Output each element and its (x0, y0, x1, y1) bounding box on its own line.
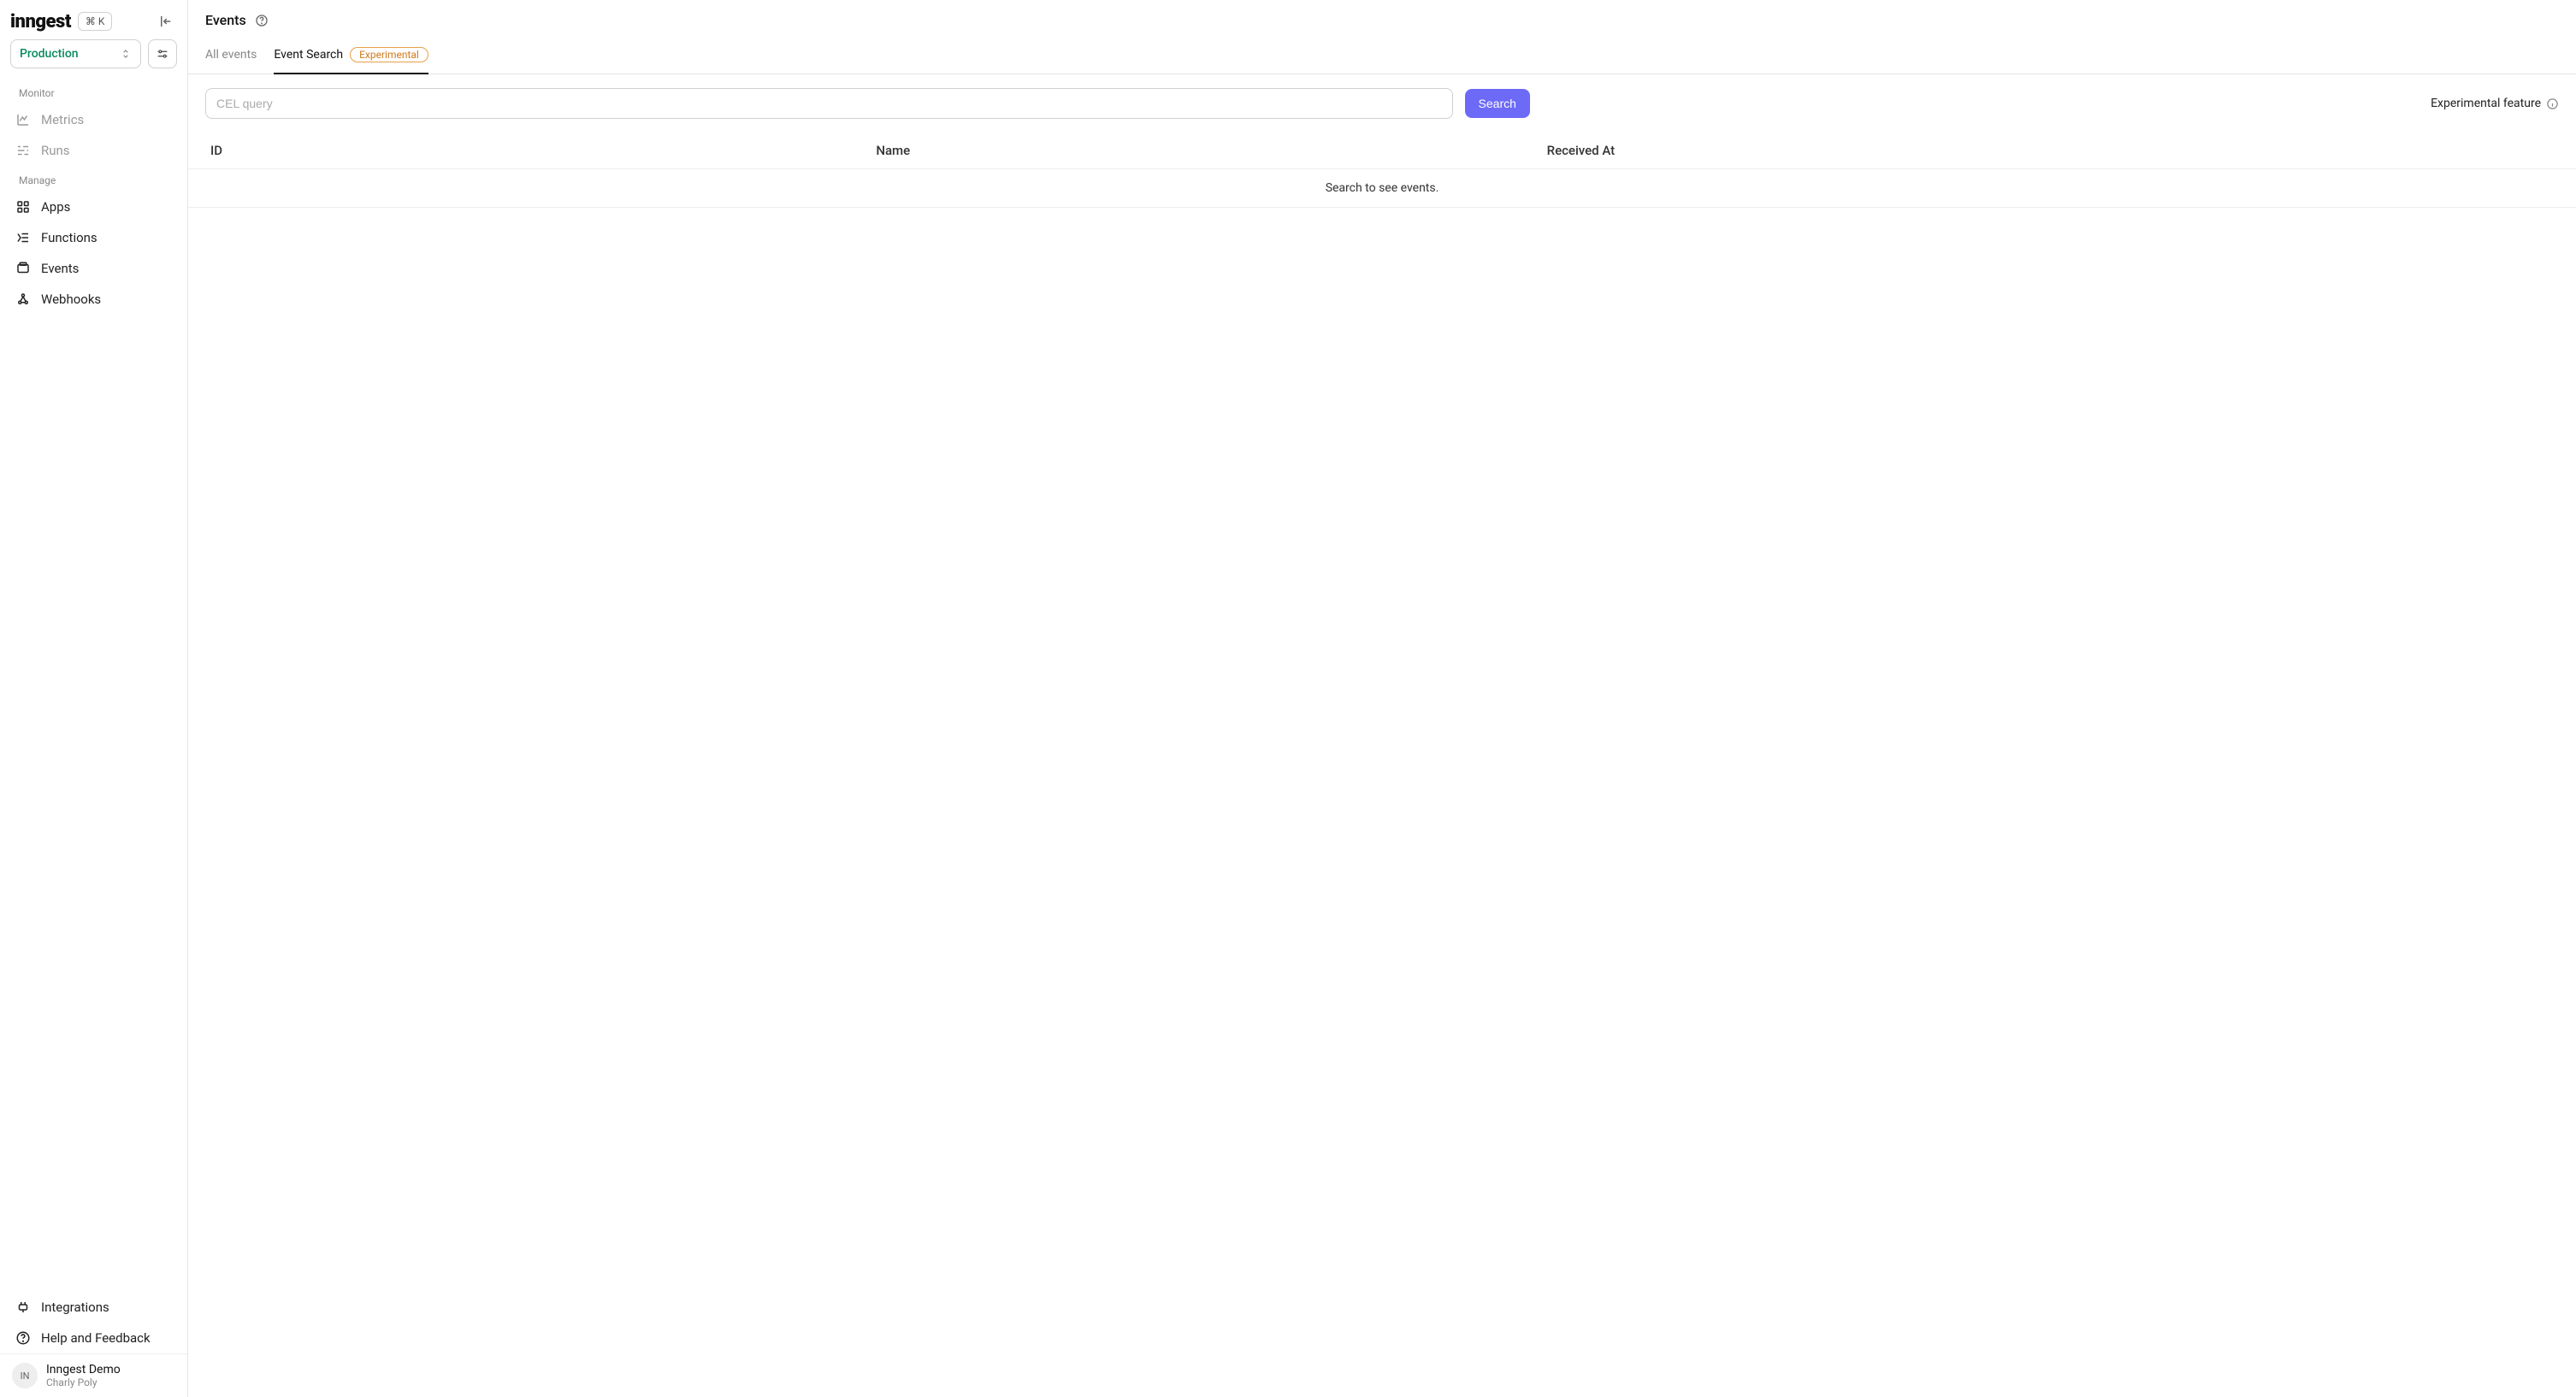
sidebar-item-label: Events (41, 261, 79, 276)
experimental-note: Experimental feature (2431, 97, 2559, 110)
metrics-icon (15, 112, 31, 127)
functions-icon (15, 230, 31, 245)
info-icon[interactable] (2546, 97, 2559, 110)
section-label-manage: Manage (0, 166, 187, 192)
sidebar-item-webhooks[interactable]: Webhooks (0, 284, 187, 315)
sidebar-top: inngest ⌘ K (0, 0, 187, 39)
sidebar-item-functions[interactable]: Functions (0, 222, 187, 253)
search-button[interactable]: Search (1465, 89, 1530, 118)
sidebar: inngest ⌘ K Production Monitor Metrics R… (0, 0, 188, 1397)
table-header: ID Name Received At (188, 133, 2576, 169)
sidebar-item-help[interactable]: Help and Feedback (0, 1323, 187, 1353)
environment-selected-label: Production (20, 47, 79, 61)
sidebar-item-runs[interactable]: Runs (0, 135, 187, 166)
sidebar-footer[interactable]: IN Inngest Demo Charly Poly (0, 1353, 187, 1397)
user-name: Charly Poly (46, 1376, 121, 1388)
sidebar-item-label: Webhooks (41, 292, 101, 307)
column-header-id: ID (205, 143, 876, 158)
events-icon (15, 261, 31, 276)
tab-label: All events (205, 48, 257, 62)
collapse-sidebar-button[interactable] (155, 10, 177, 32)
brand-logo[interactable]: inngest (10, 11, 71, 32)
environment-select[interactable]: Production (10, 39, 141, 68)
sidebar-item-events[interactable]: Events (0, 253, 187, 284)
runs-icon (15, 143, 31, 158)
help-icon (15, 1330, 31, 1346)
page-title: Events (205, 12, 246, 28)
chevron-updown-icon (120, 48, 132, 60)
env-row: Production (0, 39, 187, 79)
tabs: All events Event Search Experimental (188, 33, 2576, 74)
tab-label: Event Search (274, 48, 343, 62)
main: Events All events Event Search Experimen… (188, 0, 2576, 1397)
sidebar-item-label: Metrics (41, 112, 84, 127)
webhooks-icon (15, 292, 31, 307)
page-help-icon[interactable] (255, 14, 269, 27)
column-header-name: Name (876, 143, 1546, 158)
sidebar-item-label: Apps (41, 199, 70, 215)
command-shortcut[interactable]: ⌘ K (78, 12, 113, 31)
sidebar-item-label: Functions (41, 230, 97, 245)
integrations-icon (15, 1300, 31, 1315)
table-empty-message: Search to see events. (188, 169, 2576, 208)
sidebar-item-label: Help and Feedback (41, 1330, 151, 1346)
tab-event-search[interactable]: Event Search Experimental (274, 38, 428, 74)
experimental-note-label: Experimental feature (2431, 97, 2541, 110)
sliders-icon (156, 47, 169, 61)
org-name: Inngest Demo (46, 1363, 121, 1376)
sidebar-item-metrics[interactable]: Metrics (0, 104, 187, 135)
collapse-icon (158, 14, 174, 29)
column-header-received: Received At (1547, 143, 2559, 158)
experimental-badge: Experimental (350, 47, 428, 62)
tab-all-events[interactable]: All events (205, 38, 257, 74)
sidebar-item-label: Runs (41, 143, 70, 158)
section-label-monitor: Monitor (0, 79, 187, 104)
cel-query-input[interactable] (205, 88, 1453, 119)
avatar: IN (12, 1363, 38, 1388)
apps-icon (15, 199, 31, 215)
sidebar-item-apps[interactable]: Apps (0, 192, 187, 222)
env-settings-button[interactable] (148, 39, 177, 68)
sidebar-item-label: Integrations (41, 1300, 109, 1315)
sidebar-item-integrations[interactable]: Integrations (0, 1292, 187, 1323)
main-header: Events (188, 0, 2576, 33)
search-row: Search Experimental feature (188, 74, 2576, 133)
